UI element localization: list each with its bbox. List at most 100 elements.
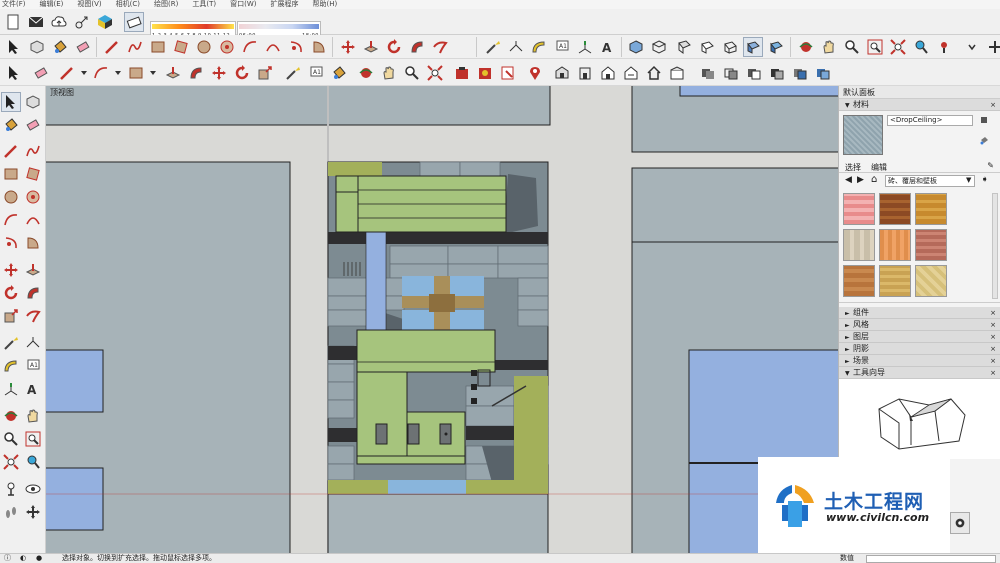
house-front-icon[interactable] [575, 63, 595, 83]
move-icon[interactable] [209, 63, 229, 83]
tape-measure-icon[interactable] [1, 333, 21, 353]
shadows-section-header[interactable]: ► 阴影 × [839, 343, 1000, 355]
text-icon[interactable]: A1 [306, 63, 326, 83]
line-pencil-icon[interactable] [1, 141, 21, 161]
axes-icon[interactable] [1, 379, 21, 399]
section-plane-icon[interactable] [552, 63, 572, 83]
circle-icon[interactable] [194, 37, 214, 57]
rotate-icon[interactable] [384, 37, 404, 57]
select-arrow-icon[interactable] [4, 37, 24, 57]
mail-icon[interactable] [26, 12, 46, 32]
component-icon[interactable] [23, 92, 43, 112]
swatch-tan-brick[interactable] [915, 193, 947, 225]
rectangle-icon[interactable] [1, 164, 21, 184]
layers-section-header[interactable]: ► 图层 × [839, 331, 1000, 343]
tab-edit[interactable]: 编辑 [871, 162, 887, 173]
credits-icon[interactable]: ● [36, 554, 42, 563]
monochrome-icon[interactable] [766, 37, 786, 57]
house-iso-icon[interactable] [667, 63, 687, 83]
scale-icon[interactable] [255, 63, 275, 83]
menu-view[interactable]: 视图(V) [77, 0, 101, 9]
component-icon[interactable] [27, 37, 47, 57]
measurements-input[interactable] [866, 555, 996, 563]
circle-icon[interactable] [1, 187, 21, 207]
close-icon[interactable]: × [990, 343, 996, 355]
rotate-icon[interactable] [232, 63, 252, 83]
swatch-orange-siding[interactable] [879, 229, 911, 261]
details-arrow-icon[interactable]: ➧ [981, 175, 989, 185]
line-pencil-icon[interactable] [102, 37, 122, 57]
orbit-icon[interactable] [1, 406, 21, 426]
pan-hand-icon[interactable] [23, 406, 43, 426]
push-pull-icon[interactable] [23, 260, 43, 280]
xray-icon[interactable] [674, 37, 694, 57]
text-icon[interactable]: A1 [552, 37, 572, 57]
back-edges-icon[interactable] [697, 37, 717, 57]
house-back-icon[interactable] [621, 63, 641, 83]
scale-icon[interactable] [430, 37, 450, 57]
follow-me-icon[interactable] [186, 63, 206, 83]
instructor-section-header[interactable]: ▼ 工具向导 × [839, 367, 1000, 379]
zoom-extents-icon[interactable] [1, 452, 21, 472]
rotate-icon[interactable] [1, 283, 21, 303]
paint-bucket-icon[interactable] [329, 63, 349, 83]
section-plane-icon[interactable] [23, 502, 43, 522]
house-side-icon[interactable] [598, 63, 618, 83]
menu-edit[interactable]: 编辑(E) [40, 0, 64, 9]
cloud-upload-icon[interactable] [49, 12, 69, 32]
extension-icon[interactable] [72, 12, 92, 32]
tab-select[interactable]: 选择 [845, 162, 861, 173]
eraser-toggle-icon[interactable] [124, 12, 144, 32]
offset-icon[interactable] [23, 306, 43, 326]
follow-me-icon[interactable] [23, 283, 43, 303]
swatch-sandstone[interactable] [915, 265, 947, 297]
zoom-window-icon[interactable] [865, 37, 885, 57]
send-to-layout-icon[interactable] [498, 63, 518, 83]
menu-file[interactable]: 文件(F) [2, 0, 26, 9]
swatch-pink-tile[interactable] [843, 193, 875, 225]
close-icon[interactable]: × [990, 331, 996, 343]
select-arrow-icon[interactable] [4, 63, 24, 83]
position-camera-icon[interactable] [1, 479, 21, 499]
close-icon[interactable]: × [990, 319, 996, 331]
close-icon[interactable]: × [990, 367, 996, 379]
pie-icon[interactable] [309, 37, 329, 57]
eraser-icon[interactable] [31, 63, 51, 83]
text-icon[interactable]: A1 [23, 356, 43, 376]
axes-icon[interactable] [575, 37, 595, 57]
swatch-brown-brick[interactable] [879, 193, 911, 225]
rotated-rectangle-icon[interactable] [23, 164, 43, 184]
model-viewport[interactable]: 顶视图 [46, 86, 838, 553]
menu-help[interactable]: 帮助(H) [312, 0, 337, 9]
zoom-icon[interactable] [402, 63, 422, 83]
geolocation-status-icon[interactable]: ◐ [20, 554, 26, 563]
pan-hand-icon[interactable] [819, 37, 839, 57]
solid-trim-icon[interactable] [767, 63, 787, 83]
look-around-icon[interactable] [23, 479, 43, 499]
info-icon[interactable]: ⓘ [4, 554, 11, 563]
top-view-icon[interactable] [649, 37, 669, 57]
paint-bucket-icon[interactable] [1, 115, 21, 135]
previous-view-icon[interactable] [23, 452, 43, 472]
menu-draw[interactable]: 绘图(R) [154, 0, 178, 9]
polygon-icon[interactable] [217, 37, 237, 57]
house-outline-icon[interactable] [644, 63, 664, 83]
swatch-red-brick[interactable] [915, 229, 947, 261]
eyedropper-icon[interactable]: ✎ [987, 161, 994, 170]
eraser-icon[interactable] [73, 37, 93, 57]
freehand-icon[interactable] [125, 37, 145, 57]
material-collection-select[interactable]: 砖、覆层和壁板 [885, 175, 975, 187]
swatch-scrollbar[interactable] [992, 193, 998, 299]
menu-tools[interactable]: 工具(T) [192, 0, 216, 9]
chevron-down-icon[interactable] [108, 63, 128, 83]
zoom-icon[interactable] [842, 37, 862, 57]
iso-view-icon[interactable] [626, 37, 646, 57]
zoom-extents-icon[interactable] [425, 63, 445, 83]
arc-icon[interactable] [1, 210, 21, 230]
walk-icon[interactable] [1, 502, 21, 522]
protractor-icon[interactable] [529, 37, 549, 57]
dimension-icon[interactable] [23, 333, 43, 353]
scenes-section-header[interactable]: ► 场景 × [839, 355, 1000, 367]
extension-toolbar-icon[interactable] [985, 37, 1000, 57]
components-section-header[interactable]: ► 组件 × [839, 307, 1000, 319]
